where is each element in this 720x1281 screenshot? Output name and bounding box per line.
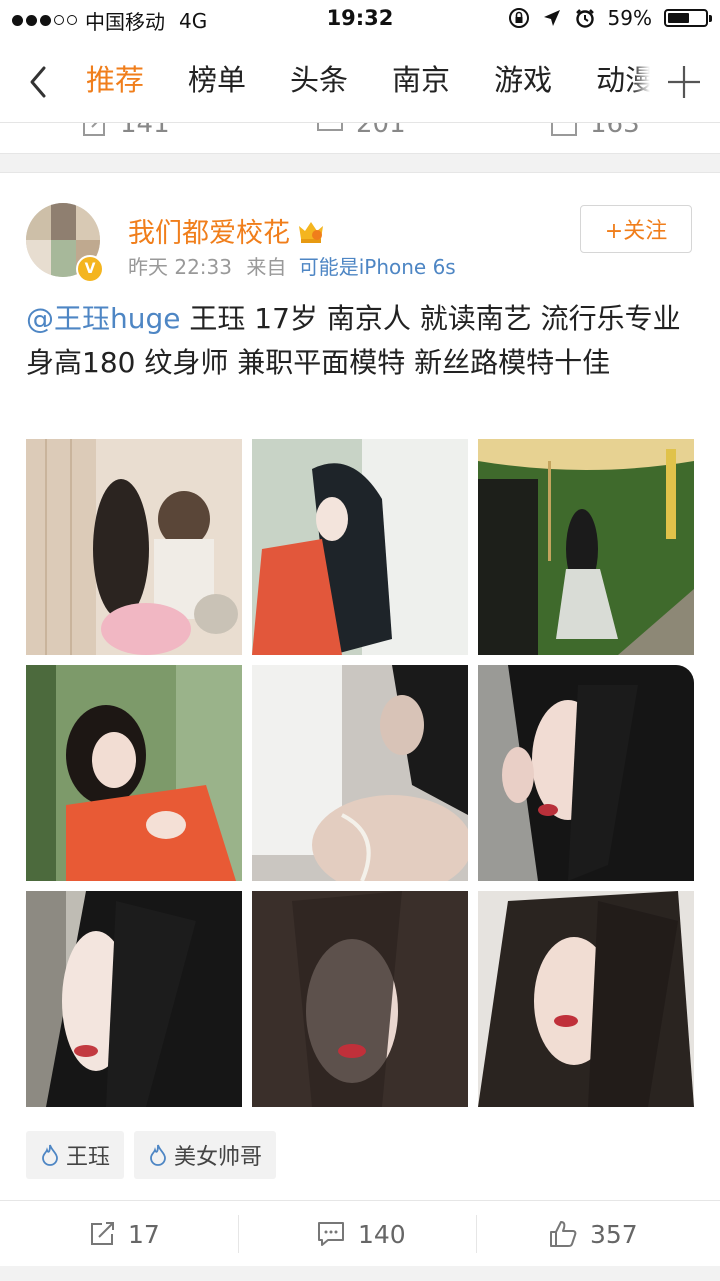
photo-image bbox=[478, 439, 694, 655]
comment-button[interactable]: 140 bbox=[316, 1213, 406, 1255]
previous-post-actions: 141 201 163 bbox=[0, 123, 720, 154]
post-actions: 17 140 357 bbox=[0, 1200, 720, 1267]
prev-like-count: 163 bbox=[590, 123, 640, 139]
tabs-fade bbox=[632, 54, 650, 110]
channel-tabs: 推荐 榜单 头条 南京 游戏 动漫 bbox=[86, 60, 650, 106]
photo-image bbox=[26, 665, 242, 881]
topic-tag-2[interactable]: 美女帅哥 bbox=[134, 1131, 277, 1179]
thumbs-up-icon bbox=[550, 1221, 577, 1247]
hot-topic-flame-icon bbox=[150, 1144, 166, 1166]
tab-nanjing[interactable]: 南京 bbox=[392, 60, 450, 100]
prev-comment-button[interactable]: 201 bbox=[316, 123, 406, 139]
photo-4[interactable] bbox=[26, 665, 242, 881]
status-icons: 59% bbox=[508, 6, 712, 30]
photo-image bbox=[252, 439, 468, 655]
rotation-lock-icon bbox=[508, 8, 529, 28]
battery-level-fill bbox=[668, 13, 690, 23]
photo-image bbox=[252, 665, 468, 881]
like-count: 357 bbox=[590, 1219, 638, 1249]
add-channel-icon[interactable] bbox=[664, 62, 704, 102]
post-text: @王珏huge 王珏 17岁 南京人 就读南艺 流行乐专业 身高180 纹身师 … bbox=[26, 297, 694, 385]
photo-image bbox=[478, 665, 694, 881]
action-divider bbox=[238, 1215, 239, 1253]
photo-image bbox=[478, 891, 694, 1107]
member-crown-icon bbox=[299, 221, 323, 243]
repost-icon bbox=[91, 1222, 114, 1245]
prev-repost-button[interactable]: 141 bbox=[82, 123, 170, 139]
mention-link[interactable]: @王珏huge bbox=[26, 302, 181, 335]
tab-rankings[interactable]: 榜单 bbox=[188, 60, 246, 100]
post-source[interactable]: 可能是iPhone 6s bbox=[299, 255, 456, 279]
comment-icon bbox=[318, 1222, 344, 1246]
back-chevron-icon[interactable] bbox=[22, 62, 62, 102]
follow-button[interactable]: +关注 bbox=[580, 205, 692, 253]
photo-9[interactable] bbox=[478, 891, 694, 1107]
source-prefix: 来自 bbox=[246, 255, 287, 279]
photo-image bbox=[26, 439, 242, 655]
topic-label: 美女帅哥 bbox=[174, 1145, 263, 1170]
location-arrow-icon bbox=[543, 10, 560, 26]
repost-icon bbox=[83, 123, 105, 136]
tab-headlines[interactable]: 头条 bbox=[290, 60, 348, 100]
post-time: 昨天 22:33 bbox=[128, 255, 232, 279]
channel-nav-bar: 推荐 榜单 头条 南京 游戏 动漫 bbox=[0, 40, 720, 123]
username[interactable]: 我们都爱校花 bbox=[128, 211, 290, 250]
repost-count: 17 bbox=[128, 1219, 160, 1249]
topic-tags: 王珏 美女帅哥 bbox=[26, 1131, 277, 1179]
photo-7[interactable] bbox=[26, 891, 242, 1107]
photo-8[interactable] bbox=[252, 891, 468, 1107]
photo-2[interactable] bbox=[252, 439, 468, 655]
username-row: 我们都爱校花 bbox=[128, 211, 326, 250]
photo-5[interactable] bbox=[252, 665, 468, 881]
status-bar: 中国移动 4G 19:32 59% bbox=[0, 0, 720, 40]
topic-tag-1[interactable]: 王珏 bbox=[26, 1131, 125, 1179]
photo-3[interactable] bbox=[478, 439, 694, 655]
like-button[interactable]: 357 bbox=[548, 1213, 638, 1255]
topic-label: 王珏 bbox=[66, 1145, 111, 1170]
post-meta: 昨天 22:33 来自 可能是iPhone 6s bbox=[128, 251, 456, 280]
prev-comment-count: 201 bbox=[356, 123, 406, 139]
repost-button[interactable]: 17 bbox=[88, 1213, 160, 1255]
comment-icon bbox=[317, 123, 343, 131]
photo-6[interactable] bbox=[478, 665, 694, 881]
photo-image bbox=[26, 891, 242, 1107]
feed-separator bbox=[0, 1266, 720, 1281]
prev-like-button[interactable]: 163 bbox=[550, 123, 640, 139]
tab-recommended[interactable]: 推荐 bbox=[86, 60, 144, 100]
prev-repost-count: 141 bbox=[120, 123, 170, 139]
battery-icon bbox=[664, 9, 712, 27]
battery-percent: 59% bbox=[607, 6, 652, 30]
photo-1[interactable] bbox=[26, 439, 242, 655]
thumbs-up-icon bbox=[551, 123, 577, 136]
hot-topic-flame-icon bbox=[42, 1144, 58, 1166]
post-card: V 我们都爱校花 昨天 22:33 来自 可能是iPhone 6s +关注 @王… bbox=[0, 172, 720, 1201]
alarm-icon bbox=[575, 9, 594, 28]
comment-count: 140 bbox=[358, 1219, 406, 1249]
tab-games[interactable]: 游戏 bbox=[494, 60, 552, 100]
photo-image bbox=[252, 891, 468, 1107]
action-divider bbox=[476, 1215, 477, 1253]
verified-badge-icon: V bbox=[76, 255, 104, 283]
